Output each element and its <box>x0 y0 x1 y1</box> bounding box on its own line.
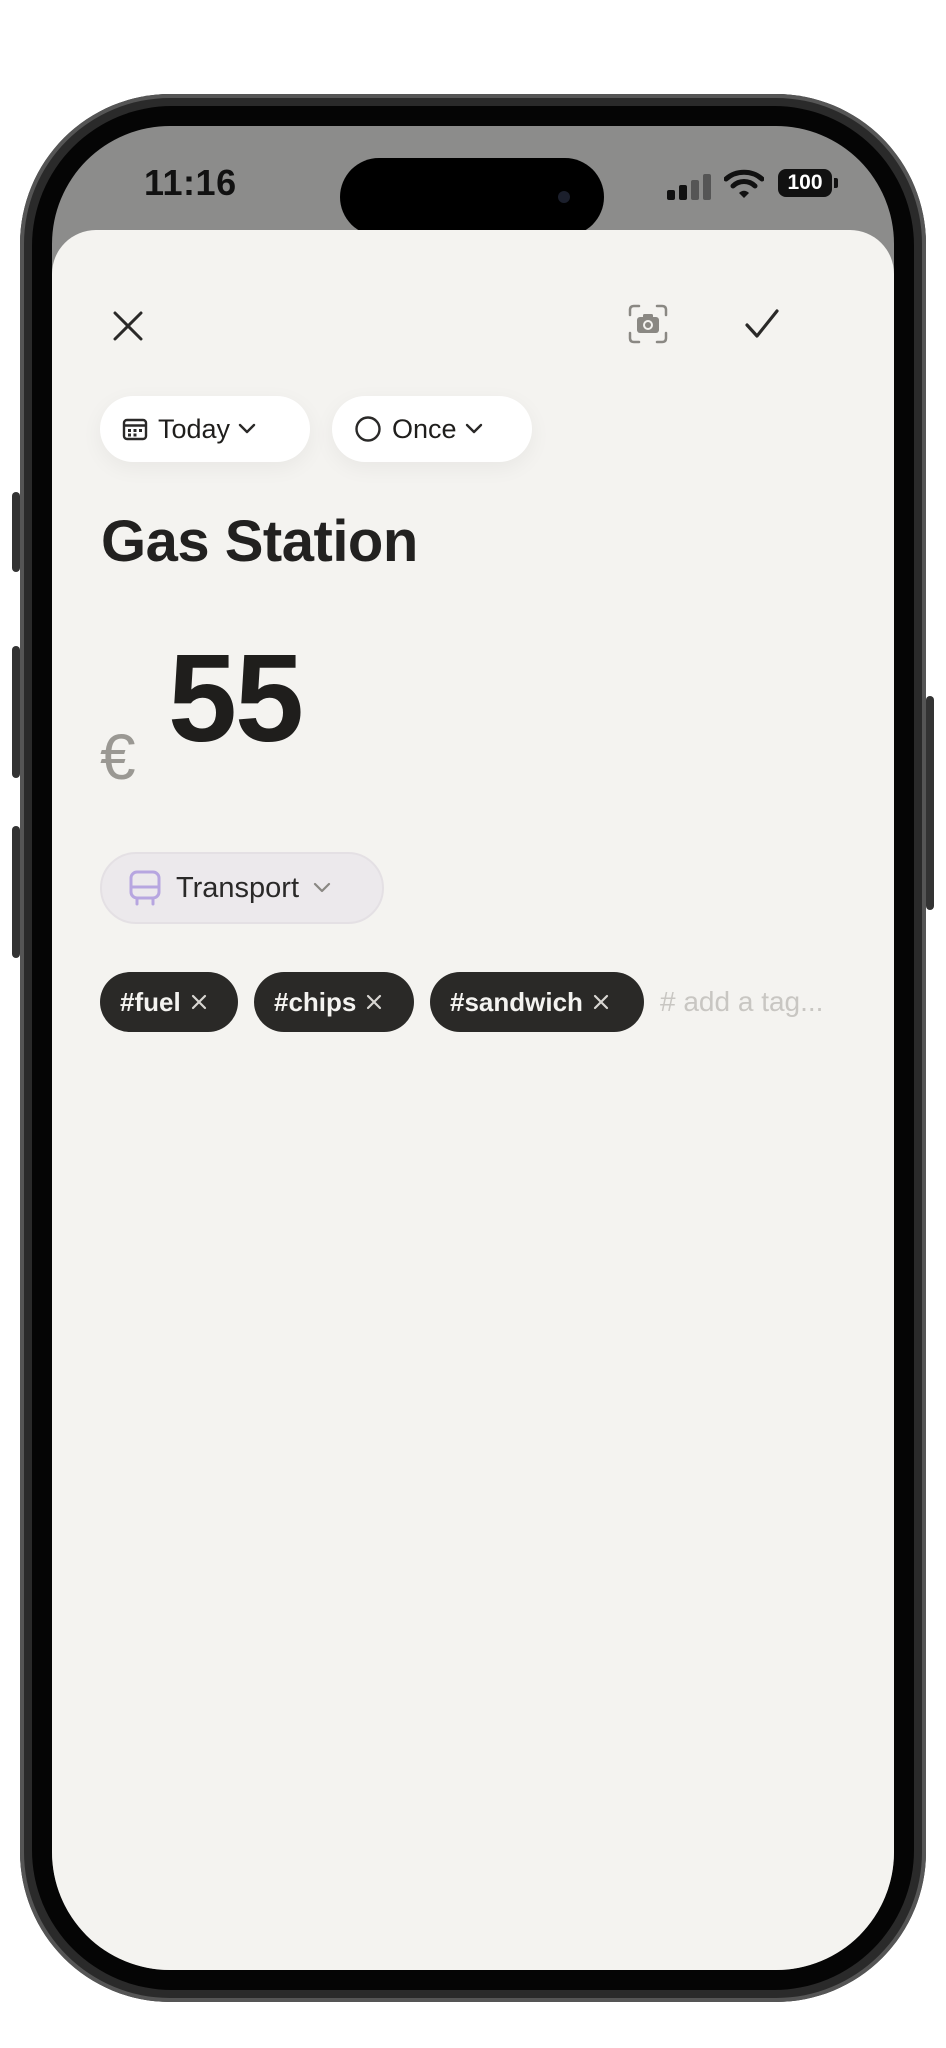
battery-icon: 100 <box>778 169 832 197</box>
dynamic-island <box>340 158 604 236</box>
status-bar: 11:16 100 <box>52 126 894 236</box>
screen: 11:16 100 Today Once Gas Station € 55 Tr… <box>52 126 894 1970</box>
amount-value[interactable]: 55 <box>168 628 304 770</box>
repeat-selector[interactable]: Once <box>332 396 532 462</box>
tag-label: #sandwich <box>450 986 583 1017</box>
action-button <box>12 492 20 572</box>
status-time: 11:16 <box>144 162 237 203</box>
chevron-down-icon <box>238 423 256 434</box>
volume-up-button <box>12 646 20 778</box>
volume-down-button <box>12 826 20 958</box>
category-label: Transport <box>176 871 300 904</box>
remove-tag-icon[interactable] <box>366 994 382 1010</box>
date-selector-label: Today <box>158 413 231 444</box>
tag-chip[interactable]: #sandwich <box>430 972 644 1032</box>
cellular-signal-icon <box>667 174 711 200</box>
currency-symbol: € <box>100 721 136 793</box>
add-tag-input[interactable] <box>660 980 880 1024</box>
checkmark-icon <box>745 309 779 338</box>
tag-label: #fuel <box>120 986 181 1017</box>
power-button <box>926 696 934 910</box>
scan-receipt-button[interactable] <box>616 292 680 356</box>
tags-row: #fuel #chips #sandwich <box>100 972 880 1032</box>
confirm-button[interactable] <box>730 292 794 356</box>
transaction-sheet: Today Once Gas Station € 55 Transport #f… <box>52 230 894 1970</box>
wifi-icon <box>724 169 764 198</box>
remove-tag-icon[interactable] <box>191 994 207 1010</box>
circle-icon <box>355 416 381 442</box>
close-button[interactable] <box>98 296 158 356</box>
tag-label: #chips <box>274 986 357 1017</box>
camera-scan-icon <box>628 304 668 344</box>
battery-cap <box>834 178 838 188</box>
calendar-icon <box>122 418 148 441</box>
tag-chip[interactable]: #chips <box>254 972 414 1032</box>
remove-tag-icon[interactable] <box>593 994 609 1010</box>
tag-chip[interactable]: #fuel <box>100 972 238 1032</box>
category-selector[interactable]: Transport <box>100 852 384 924</box>
close-icon <box>113 311 143 341</box>
front-camera <box>558 191 570 203</box>
date-selector[interactable]: Today <box>100 396 310 462</box>
bus-icon <box>129 870 161 906</box>
repeat-selector-label: Once <box>392 413 457 444</box>
chevron-down-icon <box>313 882 331 893</box>
transaction-title[interactable]: Gas Station <box>101 508 418 575</box>
chevron-down-icon <box>465 423 482 434</box>
